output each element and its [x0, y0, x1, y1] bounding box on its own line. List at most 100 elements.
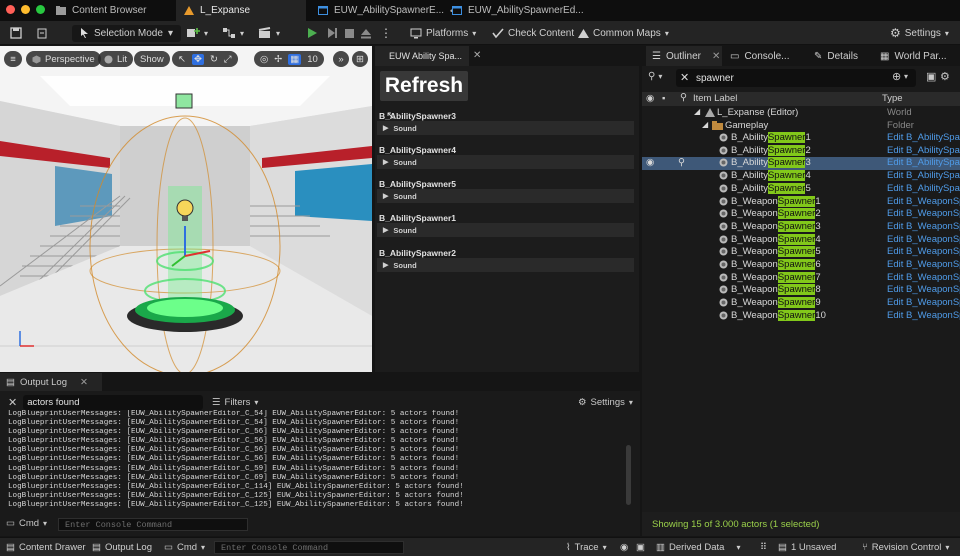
outliner-actor-row[interactable]: B_WeaponSpawner1 Edit B_WeaponSpa: [642, 195, 960, 209]
actor-type-link[interactable]: Edit B_AbilitySpaw: [887, 170, 960, 181]
scale-tool-icon[interactable]: ⤢: [224, 54, 232, 65]
pin-icon[interactable]: ⚲: [678, 157, 685, 168]
tab-world-partition[interactable]: ▦ World Par...: [874, 46, 953, 66]
gear-icon[interactable]: ⚙: [940, 70, 950, 83]
close-tab-icon[interactable]: ✕: [712, 51, 720, 62]
play-options-icon[interactable]: ⋮: [380, 21, 392, 45]
common-maps-dropdown[interactable]: Common Maps ▾: [578, 21, 669, 45]
outliner-folder-row[interactable]: ◢ Gameplay Folder: [642, 120, 960, 133]
save-icon[interactable]: [10, 21, 22, 45]
add-filter-icon[interactable]: ⊕: [892, 70, 901, 83]
outliner-actor-row[interactable]: B_WeaponSpawner9 Edit B_WeaponSpa: [642, 297, 960, 310]
log-scrollbar[interactable]: [626, 445, 631, 505]
log-search-input[interactable]: actors found: [23, 395, 204, 410]
outliner-actor-row[interactable]: B_WeaponSpawner4 Edit B_WeaponSpa: [642, 233, 960, 247]
perspective-button[interactable]: Perspective: [26, 51, 101, 67]
actor-type-link[interactable]: Edit B_AbilitySpaw: [887, 183, 960, 194]
tab-details[interactable]: ✎ Details: [808, 46, 864, 66]
tab-content-browser[interactable]: Content Browser: [48, 0, 154, 21]
actor-type-link[interactable]: Edit B_WeaponSpa: [887, 272, 960, 283]
level-viewport[interactable]: ≡ Perspective Lit Show ↖ ✥ ↻ ⤢ ◎ ✢ ▦ 10 …: [0, 46, 372, 372]
outliner-actor-row[interactable]: B_AbilitySpawner5 Edit B_AbilitySpaw: [642, 182, 960, 196]
actor-type-link[interactable]: Edit B_AbilitySpaw: [887, 132, 960, 143]
outliner-actor-row[interactable]: B_WeaponSpawner2 Edit B_WeaponSpa: [642, 208, 960, 221]
outliner-actor-row[interactable]: B_AbilitySpawner2 Edit B_AbilitySpaw: [642, 144, 960, 158]
column-label-type[interactable]: Type: [882, 93, 903, 104]
play-button[interactable]: [306, 21, 318, 45]
log-output[interactable]: LogBlueprintUserMessages: [EUW_AbilitySp…: [8, 410, 623, 510]
viewport-menu-icon[interactable]: ≡: [4, 51, 22, 67]
record-icon[interactable]: ◉: [620, 538, 628, 556]
tab-output-log[interactable]: ▤ Output Log ✕: [0, 373, 102, 391]
output-log-button[interactable]: ▤ Output Log: [92, 538, 152, 556]
move-tool-icon[interactable]: ✥: [191, 53, 204, 65]
column-label-item[interactable]: Item Label: [693, 93, 737, 104]
expand-arrow-icon[interactable]: ◢: [702, 120, 708, 129]
tab-level[interactable]: L_Expanse: [176, 0, 306, 21]
minimize-window-button[interactable]: [21, 5, 30, 14]
outliner-actor-row[interactable]: B_WeaponSpawner3 Edit B_WeaponSpa: [642, 220, 960, 234]
stop-button[interactable]: [344, 21, 355, 45]
refresh-button[interactable]: Refresh: [380, 71, 468, 101]
actor-type-link[interactable]: Edit B_WeaponSpa: [887, 208, 960, 219]
step-button[interactable]: [326, 21, 338, 45]
clear-search-icon[interactable]: ✕: [680, 71, 689, 84]
close-window-button[interactable]: [6, 5, 15, 14]
actor-type-link[interactable]: Edit B_WeaponSpa: [887, 297, 960, 308]
sound-expander[interactable]: ▶ Sound: [377, 155, 634, 169]
sound-expander[interactable]: ▶ Sound: [377, 223, 634, 237]
actor-type-link[interactable]: Edit B_AbilitySpaw: [887, 145, 960, 156]
grid-snap-value[interactable]: 10: [307, 54, 318, 65]
outliner-actor-row[interactable]: B_WeaponSpawner7 Edit B_WeaponSpa: [642, 271, 960, 285]
sound-expander[interactable]: ▶ Sound: [377, 189, 634, 203]
actor-type-link[interactable]: Edit B_WeaponSpa: [887, 196, 960, 207]
eject-button[interactable]: [360, 21, 372, 45]
expand-arrow-icon[interactable]: ◢: [694, 107, 700, 116]
cinematics-button[interactable]: ▾: [258, 21, 280, 45]
tab-console[interactable]: ▭ Console...: [724, 46, 795, 66]
new-folder-icon[interactable]: ▣: [926, 70, 936, 83]
outliner-actor-row[interactable]: ◉ ⚲ B_AbilitySpawner3 Edit B_AbilitySpaw: [642, 157, 960, 171]
content-drawer-button[interactable]: ▤ Content Drawer: [6, 538, 86, 556]
console-input[interactable]: Enter Console Command: [214, 541, 404, 554]
tab-euw-2[interactable]: EUW_AbilitySpawnerEd...: [444, 0, 592, 21]
log-cmd-dropdown[interactable]: ▭ Cmd ▾: [6, 518, 47, 529]
lit-button[interactable]: Lit: [98, 51, 134, 67]
rotate-tool-icon[interactable]: ↻: [210, 54, 218, 65]
outliner-actor-row[interactable]: B_WeaponSpawner6 Edit B_WeaponSpa: [642, 259, 960, 272]
outliner-search-input[interactable]: spawner: [676, 69, 916, 87]
show-button[interactable]: Show: [134, 51, 170, 67]
visibility-eye-icon[interactable]: ◉: [646, 157, 654, 168]
maximize-viewport-icon[interactable]: ⊞: [352, 51, 368, 67]
outliner-actor-row[interactable]: B_WeaponSpawner8 Edit B_WeaponSpa: [642, 284, 960, 297]
resize-handle-icon[interactable]: ⠿: [760, 538, 767, 556]
actor-type-link[interactable]: Edit B_AbilitySpaw: [887, 157, 960, 168]
grid-snap-icon[interactable]: ▦: [288, 53, 302, 65]
actor-type-link[interactable]: Edit B_WeaponSpa: [887, 310, 960, 321]
scene-render[interactable]: [0, 46, 372, 372]
log-settings-dropdown[interactable]: ⚙ Settings ▾: [578, 397, 633, 408]
actor-type-link[interactable]: Edit B_WeaponSpa: [887, 234, 960, 245]
platforms-dropdown[interactable]: Platforms ▾: [410, 21, 476, 45]
surface-snap-icon[interactable]: ✢: [274, 54, 282, 65]
close-tab-icon[interactable]: ✕: [473, 50, 481, 61]
settings-dropdown[interactable]: ⚙ Settings ▾: [890, 21, 949, 45]
outliner-actor-row[interactable]: B_WeaponSpawner10 Edit B_WeaponSpa: [642, 309, 960, 323]
actor-type-link[interactable]: Edit B_WeaponSpa: [887, 246, 960, 257]
cmd-dropdown[interactable]: ▭ Cmd ▾: [164, 538, 205, 556]
pin-icon[interactable]: ⚲: [680, 92, 687, 103]
add-actor-button[interactable]: ▾: [186, 21, 208, 45]
clear-search-icon[interactable]: ✕: [8, 396, 17, 409]
filters-dropdown[interactable]: ☰ Filters ▾: [212, 397, 258, 408]
open-level-icon[interactable]: [36, 21, 48, 45]
visibility-eye-icon[interactable]: ◉: [646, 93, 654, 104]
blueprints-button[interactable]: ▾: [222, 21, 244, 45]
sound-expander[interactable]: ▶ Sound: [377, 121, 634, 135]
unsaved-button[interactable]: ▤ 1 Unsaved: [778, 538, 836, 556]
world-icon[interactable]: ◎: [260, 54, 268, 65]
check-content-button[interactable]: Check Content: [492, 21, 574, 45]
actor-type-link[interactable]: Edit B_WeaponSpa: [887, 284, 960, 295]
tab-euw-1[interactable]: EUW_AbilitySpawnerE... •: [310, 0, 461, 21]
maximize-window-button[interactable]: [36, 5, 45, 14]
outliner-world-row[interactable]: ◢ L_Expanse (Editor) World: [642, 107, 960, 120]
